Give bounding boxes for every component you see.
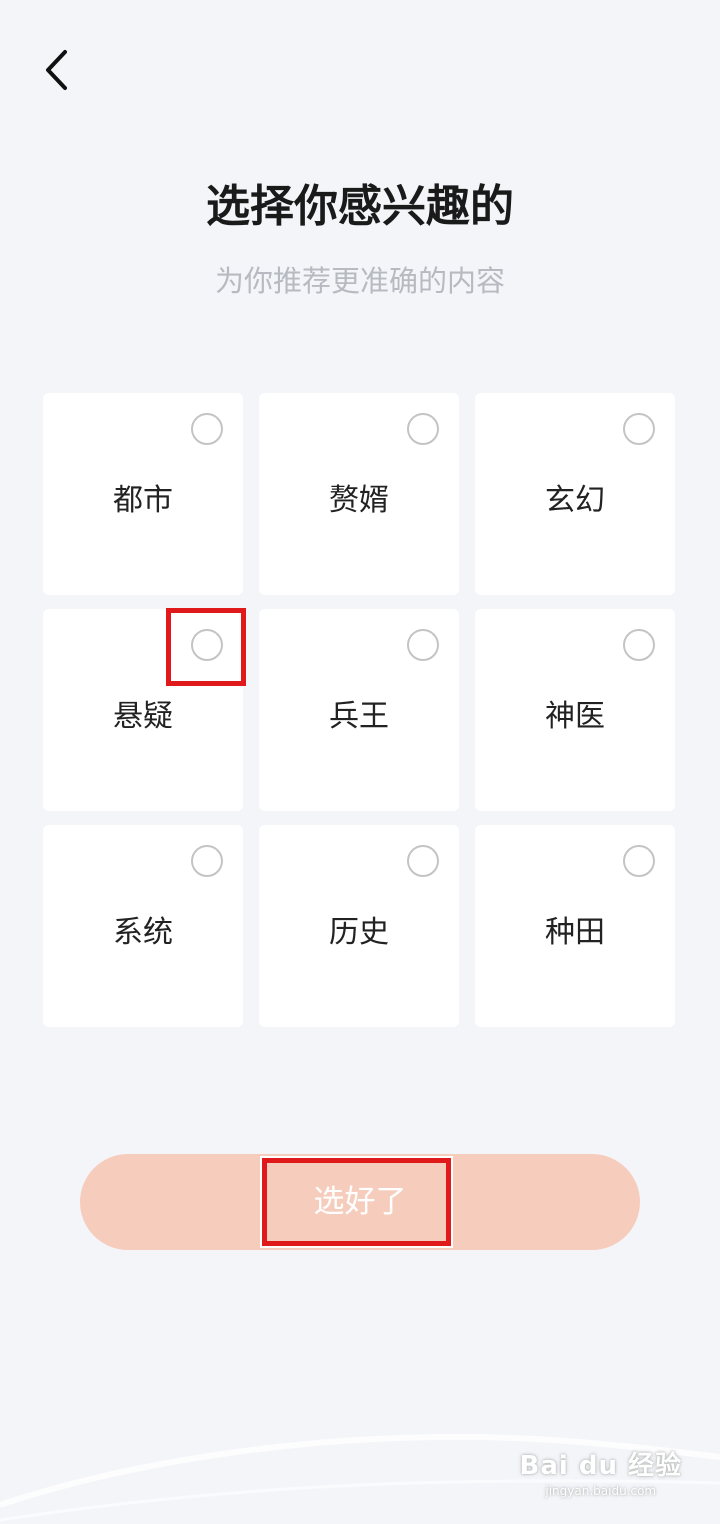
watermark: Bai du 经验 jingyan.baidu.com — [520, 1445, 683, 1498]
genre-radio[interactable] — [623, 413, 655, 445]
genre-card[interactable]: 都市 — [43, 393, 243, 595]
genre-radio[interactable] — [407, 413, 439, 445]
genre-radio[interactable] — [191, 413, 223, 445]
genre-label: 神医 — [545, 699, 605, 734]
genre-radio[interactable] — [623, 845, 655, 877]
genre-card[interactable]: 历史 — [259, 825, 459, 1027]
background-swoosh — [0, 1433, 720, 1522]
genre-radio[interactable] — [623, 629, 655, 661]
genre-radio[interactable] — [191, 629, 223, 661]
genre-card[interactable]: 系统 — [43, 825, 243, 1027]
genre-card[interactable]: 神医 — [475, 609, 675, 811]
genre-card[interactable]: 赘婿 — [259, 393, 459, 595]
genre-label: 历史 — [329, 915, 389, 950]
page-subtitle: 为你推荐更准确的内容 — [214, 264, 505, 298]
page-title: 选择你感兴趣的 — [206, 181, 514, 232]
genre-label: 兵王 — [329, 699, 389, 734]
genre-card[interactable]: 兵王 — [259, 609, 459, 811]
genre-label: 系统 — [113, 915, 173, 950]
chevron-left-icon — [46, 50, 67, 90]
genre-radio[interactable] — [191, 845, 223, 877]
genre-grid: 都市 赘婿 玄幻 悬疑 兵王 神医 系统 历史 种田 — [43, 393, 675, 1027]
genre-radio[interactable] — [407, 629, 439, 661]
genre-card[interactable]: 悬疑 — [43, 609, 243, 811]
genre-label: 种田 — [545, 915, 605, 950]
genre-radio[interactable] — [407, 845, 439, 877]
confirm-button-label: 选好了 — [313, 1184, 407, 1220]
watermark-url: jingyan.baidu.com — [545, 1484, 657, 1498]
watermark-logo: Bai du 经验 — [519, 1451, 682, 1481]
genre-card[interactable]: 种田 — [475, 825, 675, 1027]
confirm-button[interactable]: 选好了 — [80, 1154, 640, 1250]
genre-label: 赘婿 — [329, 483, 389, 518]
genre-label: 都市 — [113, 483, 173, 518]
genre-label: 玄幻 — [545, 483, 605, 518]
genre-card[interactable]: 玄幻 — [475, 393, 675, 595]
genre-label: 悬疑 — [113, 699, 173, 734]
back-button[interactable] — [30, 42, 86, 98]
